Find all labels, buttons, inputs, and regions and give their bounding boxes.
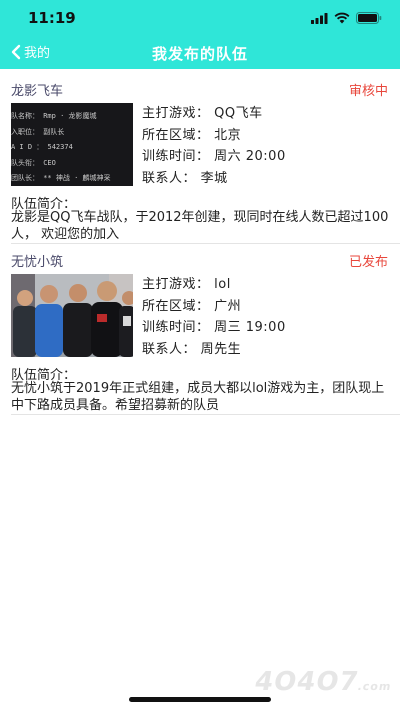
team-description: 无忧小筑于2019年正式组建，成员大都以lol游戏为主，团队现上中下路成员具备。… <box>11 381 385 413</box>
status-icons <box>311 11 382 25</box>
team-card[interactable]: 无忧小筑 已发布 主打游戏： lol 所在区域： 广州 训练时间： 周三 19:… <box>0 251 400 413</box>
thumb-text: 入职位： 副队长 <box>11 127 65 136</box>
header-bar: 11:19 我的 我发布的队伍 <box>0 0 400 69</box>
team-info: 主打游戏： QQ飞车 所在区域： 北京 训练时间： 周六 20:00 联系人： … <box>142 103 286 189</box>
thumb-text: 队名称： Rmp · 龙影魔城 <box>11 112 97 120</box>
thumb-text: A I D ： 542374 <box>11 143 73 151</box>
status-time: 11:19 <box>28 9 76 27</box>
home-indicator[interactable] <box>129 697 271 702</box>
watermark-text: 4O4O7 <box>252 667 361 697</box>
team-training-time: 训练时间： 周三 19:00 <box>142 320 286 335</box>
team-thumbnail <box>11 274 133 357</box>
team-region: 所在区域： 北京 <box>142 127 242 143</box>
status-badge: 审核中 <box>348 84 388 99</box>
page-title: 我发布的队伍 <box>151 45 248 63</box>
nav-bar: 我的 我发布的队伍 <box>0 36 400 69</box>
divider <box>11 414 400 415</box>
signal-icon <box>311 12 328 24</box>
status-bar: 11:19 <box>0 0 400 36</box>
divider <box>11 243 400 244</box>
team-name: 龙影飞车 <box>11 84 64 99</box>
wifi-icon <box>334 12 350 24</box>
team-game: 主打游戏： QQ飞车 <box>142 106 263 121</box>
team-info: 主打游戏： lol 所在区域： 广州 训练时间： 周三 19:00 联系人： 周… <box>142 274 286 360</box>
team-training-time: 训练时间： 周六 20:00 <box>142 149 286 164</box>
thumb-text: 队头衔： CEO <box>11 158 56 167</box>
team-description: 龙影是QQ飞车战队，于2012年创建，现同时在线人数已超过100人， 欢迎您的加… <box>11 210 389 242</box>
battery-icon <box>356 12 382 24</box>
watermark-suffix: .com <box>356 680 393 693</box>
team-contact: 联系人： 周先生 <box>142 341 242 357</box>
team-contact: 联系人： 李城 <box>142 170 228 186</box>
team-region: 所在区域： 广州 <box>142 298 242 314</box>
team-card[interactable]: 龙影飞车 审核中 队名称： Rmp · 龙影魔城 入职位： 副队长 A I D … <box>0 80 400 242</box>
thumb-text: 团队长： ** 神战 · 麟城神采 <box>11 174 111 182</box>
team-photo <box>11 274 133 357</box>
watermark-logo: 4O4O7.com <box>252 667 394 697</box>
team-game: 主打游戏： lol <box>142 277 231 292</box>
team-name: 无忧小筑 <box>11 255 64 270</box>
status-badge: 已发布 <box>348 255 388 270</box>
team-thumbnail: 队名称： Rmp · 龙影魔城 入职位： 副队长 A I D ： 542374 … <box>11 103 133 186</box>
